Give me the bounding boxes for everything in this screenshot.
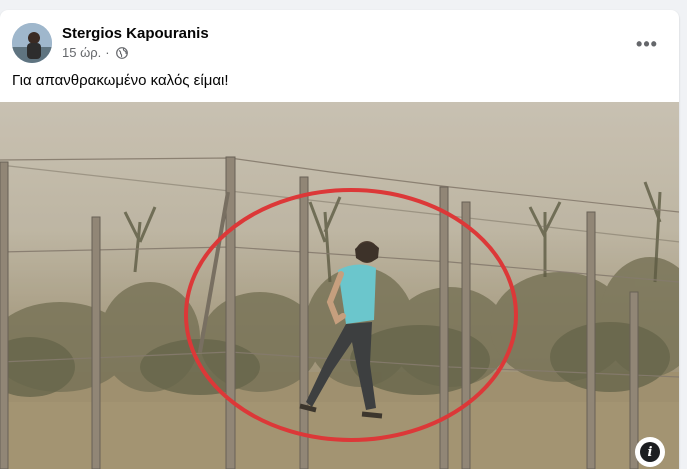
facebook-post: Stergios Kapouranis 15 ώρ. · ••• Για απα… (0, 10, 679, 469)
author-avatar[interactable] (12, 23, 52, 63)
post-photo[interactable]: i (0, 102, 679, 469)
post-text: Για απανθρακωμένο καλός είμαι! (12, 72, 229, 89)
info-icon: i (640, 442, 660, 462)
photo-scene (0, 102, 679, 469)
more-options-button[interactable]: ••• (631, 28, 663, 60)
author-name[interactable]: Stergios Kapouranis (62, 25, 209, 42)
post-meta: 15 ώρ. · (62, 45, 128, 60)
globe-icon[interactable] (115, 46, 128, 59)
meta-separator: · (105, 45, 110, 60)
post-timestamp[interactable]: 15 ώρ. (62, 45, 101, 60)
more-options-icon: ••• (636, 34, 658, 54)
info-button[interactable]: i (635, 437, 665, 467)
